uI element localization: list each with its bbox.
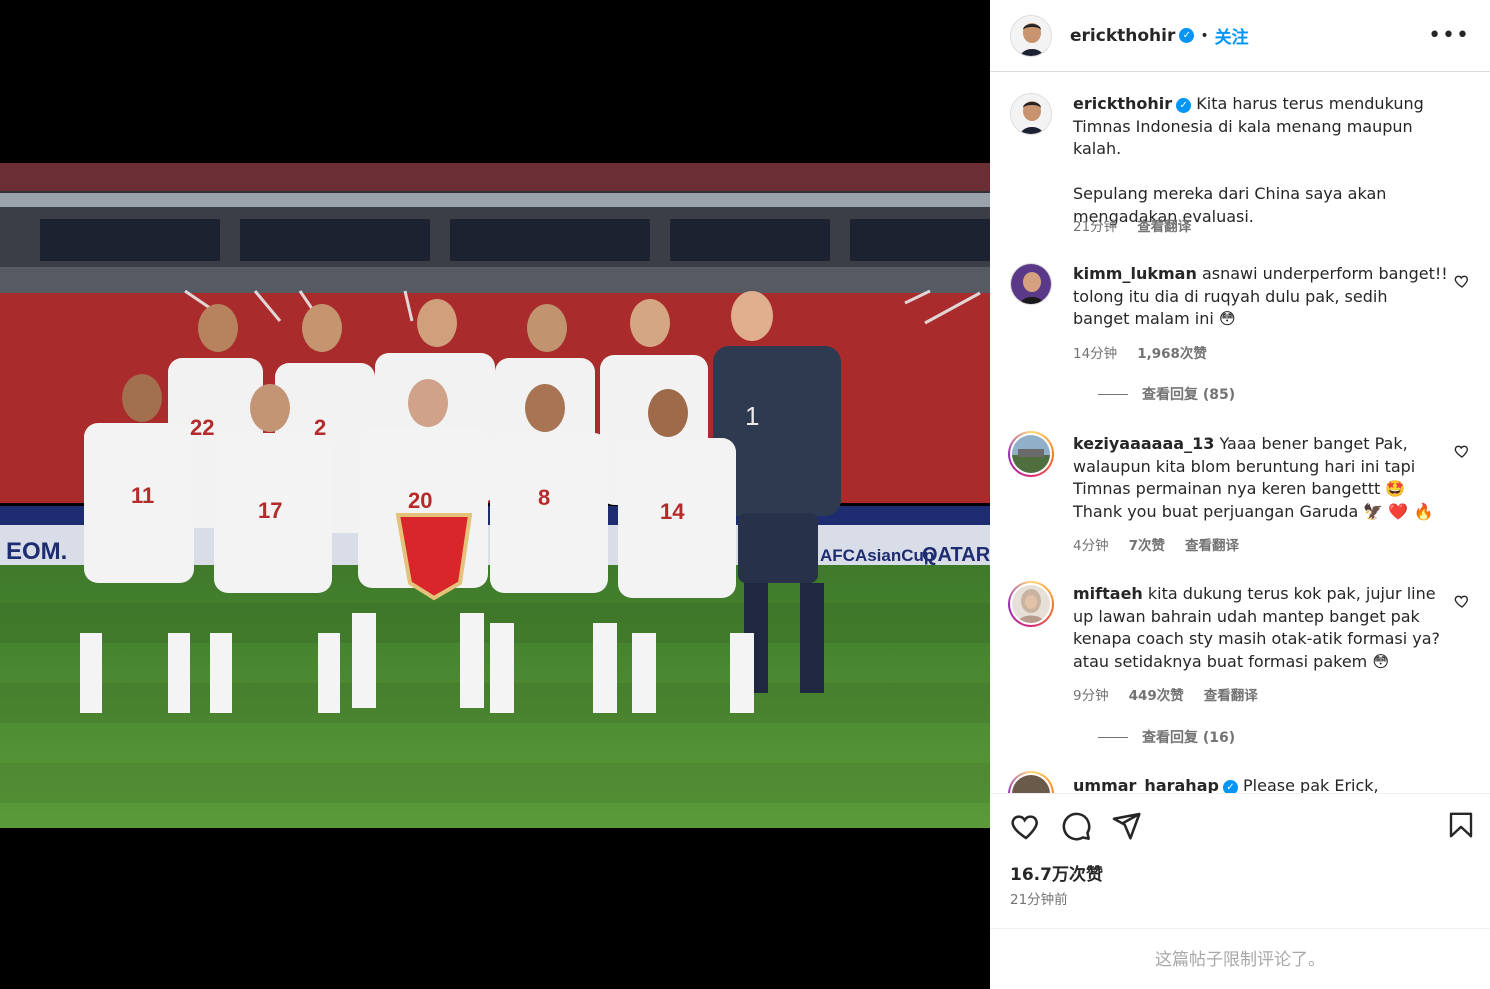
post-time-ago[interactable]: 21分钟前	[1010, 888, 1068, 908]
comment-body: keziyaaaaaa_13 Yaaa bener banget Pak, wa…	[1073, 433, 1448, 523]
comment-translate-link[interactable]: 查看翻译	[1204, 684, 1258, 704]
comment-body: miftaeh kita dukung terus kok pak, jujur…	[1073, 583, 1448, 673]
comment-meta: 14分钟 1,968次赞	[1073, 342, 1207, 362]
view-replies-label[interactable]: 查看回复 (85)	[1142, 384, 1235, 404]
comment-like-heart-icon[interactable]	[1454, 273, 1470, 289]
comment-translate-link[interactable]: 查看翻译	[1185, 534, 1239, 554]
story-ring[interactable]	[1008, 771, 1054, 793]
heart-icon[interactable]	[1010, 810, 1042, 842]
svg-text:22: 22	[190, 415, 214, 440]
story-ring[interactable]	[1008, 581, 1054, 627]
story-ring[interactable]	[1008, 431, 1054, 477]
comment-likes[interactable]: 449次赞	[1129, 684, 1184, 704]
svg-text:1: 1	[745, 401, 759, 431]
svg-text:17: 17	[258, 498, 282, 523]
comment-username[interactable]: miftaeh	[1073, 584, 1143, 603]
comment-body: ummar_harahap✓ Please pak Erick, asnawai…	[1073, 775, 1448, 793]
follow-button[interactable]: 关注	[1215, 23, 1249, 48]
verified-badge-icon: ✓	[1179, 28, 1195, 43]
comments-limited-notice: 这篇帖子限制评论了。	[990, 928, 1490, 989]
team-photo[interactable]: EOM. AFCAsianCup QATAR 1 22 2 11 17 20 8…	[0, 163, 990, 828]
commenter-avatar[interactable]	[1010, 583, 1052, 625]
svg-text:14: 14	[660, 499, 685, 524]
caption-author-avatar[interactable]	[1010, 93, 1052, 135]
svg-text:AFCAsianCup: AFCAsianCup	[820, 546, 934, 565]
comment-meta: 4分钟 7次赞 查看翻译	[1073, 534, 1239, 554]
caption-translate-link[interactable]: 查看翻译	[1137, 215, 1191, 235]
likes-count[interactable]: 16.7万次赞	[1010, 860, 1103, 885]
verified-badge-icon: ✓	[1176, 98, 1192, 113]
replies-divider	[1098, 736, 1128, 738]
comments-list[interactable]: erickthohir ✓ Kita harus terus mendukung …	[990, 73, 1490, 793]
comment-likes[interactable]: 1,968次赞	[1137, 342, 1207, 362]
svg-text:20: 20	[408, 488, 432, 513]
comment-username[interactable]: kimm_lukman	[1073, 264, 1197, 283]
more-options-icon[interactable]: •••	[1428, 24, 1470, 47]
caption-time: 21分钟	[1073, 219, 1118, 235]
comment-likes[interactable]: 7次赞	[1129, 534, 1165, 554]
comment-username[interactable]: ummar_harahap	[1073, 776, 1219, 793]
comment-time: 4分钟	[1073, 538, 1109, 554]
post-viewer: EOM. AFCAsianCup QATAR 1 22 2 11 17 20 8…	[0, 0, 1490, 989]
bookmark-icon[interactable]	[1446, 810, 1476, 840]
svg-text:EOM.: EOM.	[6, 538, 67, 565]
svg-text:QATAR: QATAR	[922, 544, 990, 566]
comment-like-heart-icon[interactable]	[1454, 443, 1470, 459]
send-icon[interactable]	[1110, 810, 1142, 842]
replies-divider	[1098, 393, 1128, 395]
comment-time: 9分钟	[1073, 688, 1109, 704]
commenter-avatar[interactable]	[1010, 773, 1052, 793]
caption-username[interactable]: erickthohir	[1073, 94, 1172, 113]
commenter-avatar[interactable]	[1010, 263, 1052, 305]
author-avatar[interactable]	[1010, 14, 1052, 57]
comment-time: 14分钟	[1073, 346, 1118, 362]
comment-body: kimm_lukman asnawi underperform banget!!…	[1073, 263, 1448, 331]
view-replies-button[interactable]: 查看回复 (85)	[1098, 384, 1235, 404]
post-media: EOM. AFCAsianCup QATAR 1 22 2 11 17 20 8…	[0, 0, 990, 989]
comment-like-heart-icon[interactable]	[1454, 593, 1470, 609]
caption-meta: 21分钟 查看翻译	[1073, 215, 1191, 235]
view-replies-button[interactable]: 查看回复 (16)	[1098, 727, 1235, 747]
author-username[interactable]: erickthohir	[1070, 26, 1175, 46]
svg-text:2: 2	[314, 415, 326, 440]
separator-dot: •	[1200, 27, 1209, 44]
post-side-panel: erickthohir ✓ • 关注 ••• erickthohir ✓ Kit…	[990, 0, 1490, 989]
post-actions: 16.7万次赞 21分钟前 这篇帖子限制评论了。	[990, 793, 1490, 989]
svg-text:8: 8	[538, 485, 550, 510]
caption-body: erickthohir ✓ Kita harus terus mendukung …	[1073, 93, 1448, 228]
comment-username[interactable]: keziyaaaaaa_13	[1073, 434, 1214, 453]
comment-meta: 9分钟 449次赞 查看翻译	[1073, 684, 1258, 704]
verified-badge-icon: ✓	[1222, 780, 1238, 793]
post-header: erickthohir ✓ • 关注 •••	[990, 0, 1490, 72]
comment-icon[interactable]	[1060, 810, 1092, 842]
svg-text:11: 11	[131, 483, 154, 508]
commenter-avatar[interactable]	[1010, 433, 1052, 475]
view-replies-label[interactable]: 查看回复 (16)	[1142, 727, 1235, 747]
